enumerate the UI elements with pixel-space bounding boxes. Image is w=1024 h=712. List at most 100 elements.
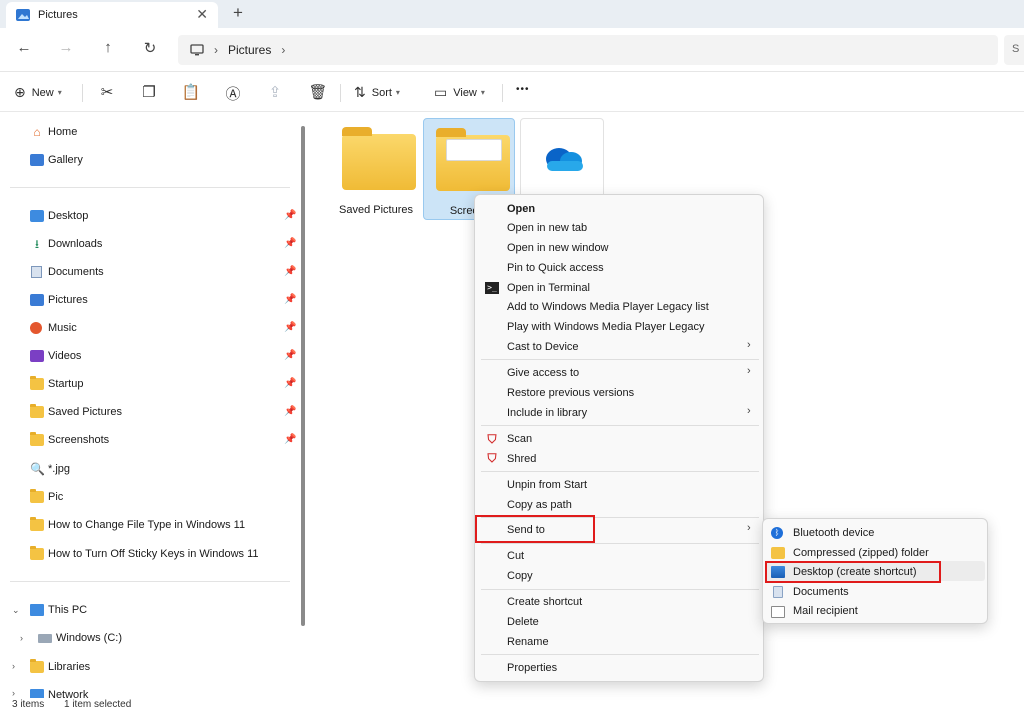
menu-item-properties[interactable]: Properties — [507, 660, 557, 676]
sidebar-item-pictures[interactable]: Pictures — [30, 291, 88, 309]
chevron-down-icon: ▾ — [480, 88, 485, 97]
sidebar-item-sticky-keys[interactable]: How to Turn Off Sticky Keys in Windows 1… — [30, 545, 259, 563]
sidebar-item-startup[interactable]: Startup — [30, 375, 83, 393]
submenu-item-documents[interactable]: Documents — [793, 584, 849, 600]
search-placeholder: S — [1012, 43, 1020, 55]
folder-icon — [436, 128, 510, 191]
menu-item-open-new-tab[interactable]: Open in new tab — [507, 220, 587, 236]
submenu-item-mail-recipient[interactable]: Mail recipient — [793, 603, 858, 619]
pin-icon[interactable]: 📌 — [284, 322, 296, 333]
submenu-item-compressed-folder[interactable]: Compressed (zipped) folder — [793, 545, 929, 561]
scrollbar-thumb[interactable] — [301, 126, 305, 626]
sort-button[interactable]: ⇅ Sort ▾ — [354, 84, 400, 101]
pin-icon[interactable]: 📌 — [284, 406, 296, 417]
new-button[interactable]: ⊕ New ▾ — [14, 84, 62, 101]
sidebar-item-downloads[interactable]: ⭳ Downloads — [30, 235, 103, 253]
mcafee-shield-icon: ⛉ — [487, 432, 497, 446]
forward-arrow-icon[interactable]: → — [55, 39, 77, 56]
up-arrow-icon[interactable]: ↑ — [97, 39, 119, 56]
folder-icon — [30, 489, 44, 503]
bluetooth-icon: ᛒ — [771, 527, 783, 539]
menu-item-unpin-start[interactable]: Unpin from Start — [507, 477, 587, 493]
documents-icon — [773, 586, 783, 598]
sidebar-item-libraries[interactable]: Libraries — [30, 658, 90, 676]
divider — [82, 84, 83, 102]
monitor-icon — [30, 604, 44, 616]
pin-icon[interactable]: 📌 — [284, 294, 296, 305]
menu-item-open-new-window[interactable]: Open in new window — [507, 240, 609, 256]
rename-icon[interactable]: Ⓐ — [223, 83, 243, 104]
sidebar-item-videos[interactable]: Videos — [30, 347, 81, 365]
sidebar-item-saved-pictures[interactable]: Saved Pictures — [30, 403, 122, 421]
breadcrumb-pictures[interactable]: Pictures — [228, 43, 271, 57]
menu-item-cut[interactable]: Cut — [507, 548, 524, 564]
menu-item-restore-versions[interactable]: Restore previous versions — [507, 385, 634, 401]
gallery-icon — [30, 154, 44, 166]
sidebar-item-gallery[interactable]: Gallery — [30, 151, 83, 169]
view-button[interactable]: ▭ View ▾ — [434, 84, 485, 101]
submenu-item-bluetooth[interactable]: Bluetooth device — [793, 525, 874, 541]
menu-item-scan[interactable]: Scan — [507, 431, 532, 447]
sidebar-item-pic[interactable]: Pic — [30, 488, 63, 506]
status-bar: 3 items 1 item selected — [0, 698, 1024, 712]
onedrive-cloud-icon — [546, 148, 583, 171]
menu-divider — [481, 471, 759, 472]
menu-item-pin-quick-access[interactable]: Pin to Quick access — [507, 260, 604, 276]
file-item-label: Saved Pictures — [339, 204, 413, 216]
address-bar[interactable]: › Pictures › — [178, 35, 998, 65]
sidebar-item-music[interactable]: Music — [30, 319, 77, 337]
sidebar-scrollbar[interactable] — [300, 112, 306, 632]
paste-icon[interactable]: 📋 — [181, 83, 201, 101]
search-box[interactable]: S — [1004, 35, 1024, 65]
sidebar-item-screenshots[interactable]: Screenshots — [30, 431, 109, 449]
pin-icon[interactable]: 📌 — [284, 266, 296, 277]
share-icon[interactable]: ⇪ — [265, 83, 285, 101]
menu-item-give-access[interactable]: Give access to — [507, 365, 579, 381]
desktop-icon — [30, 210, 44, 222]
music-icon — [30, 322, 42, 334]
sidebar-item-jpg-search[interactable]: 🔍 *.jpg — [30, 460, 70, 478]
delete-icon[interactable]: 🗑 — [308, 83, 328, 101]
chevron-down-icon[interactable]: ⌄ — [12, 605, 20, 616]
back-arrow-icon[interactable]: ← — [13, 39, 35, 56]
sidebar-item-this-pc[interactable]: This PC — [30, 601, 87, 619]
menu-item-create-shortcut[interactable]: Create shortcut — [507, 594, 582, 610]
chevron-right-icon[interactable]: › — [281, 43, 285, 57]
more-options-icon[interactable]: ••• — [516, 84, 530, 95]
pin-icon[interactable]: 📌 — [284, 210, 296, 221]
chevron-right-icon: › — [747, 405, 751, 417]
sidebar-item-home[interactable]: ⌂ Home — [30, 123, 77, 141]
menu-item-copy[interactable]: Copy — [507, 568, 533, 584]
sidebar-item-change-file-type[interactable]: How to Change File Type in Windows 11 — [30, 516, 245, 534]
menu-item-play-wmp[interactable]: Play with Windows Media Player Legacy — [507, 319, 704, 335]
tab-pictures[interactable]: Pictures ✕ — [6, 2, 218, 28]
menu-item-open-terminal[interactable]: Open in Terminal — [507, 280, 590, 296]
menu-item-add-wmp-list[interactable]: Add to Windows Media Player Legacy list — [507, 299, 709, 315]
menu-item-shred[interactable]: Shred — [507, 451, 536, 467]
refresh-icon[interactable]: ↻ — [139, 39, 161, 57]
sidebar-item-documents[interactable]: Documents — [30, 263, 104, 281]
sort-icon: ⇅ — [354, 84, 366, 100]
menu-item-rename[interactable]: Rename — [507, 634, 549, 650]
sidebar-item-windows-c[interactable]: Windows (C:) — [38, 629, 122, 647]
new-tab-button[interactable]: + — [233, 3, 243, 23]
cut-icon[interactable]: ✂ — [97, 83, 117, 101]
menu-item-include-library[interactable]: Include in library — [507, 405, 587, 421]
chevron-right-icon[interactable]: › — [12, 661, 15, 671]
file-item-saved-pictures[interactable]: Saved Pictures — [330, 118, 422, 220]
chevron-right-icon: › — [214, 43, 218, 57]
chevron-right-icon[interactable]: › — [12, 688, 15, 698]
pin-icon[interactable]: 📌 — [284, 350, 296, 361]
copy-icon[interactable]: ❐ — [139, 83, 159, 101]
pin-icon[interactable]: 📌 — [284, 434, 296, 445]
pin-icon[interactable]: 📌 — [284, 378, 296, 389]
chevron-right-icon[interactable]: › — [20, 633, 23, 643]
menu-item-cast-to-device[interactable]: Cast to Device — [507, 339, 579, 355]
sidebar-item-desktop[interactable]: Desktop — [30, 207, 88, 225]
sidebar-item-network[interactable]: Network — [30, 686, 88, 698]
menu-item-delete[interactable]: Delete — [507, 614, 539, 630]
menu-item-copy-as-path[interactable]: Copy as path — [507, 497, 572, 513]
close-tab-icon[interactable]: ✕ — [196, 6, 208, 23]
pin-icon[interactable]: 📌 — [284, 238, 296, 249]
menu-item-open[interactable]: Open — [507, 201, 535, 217]
